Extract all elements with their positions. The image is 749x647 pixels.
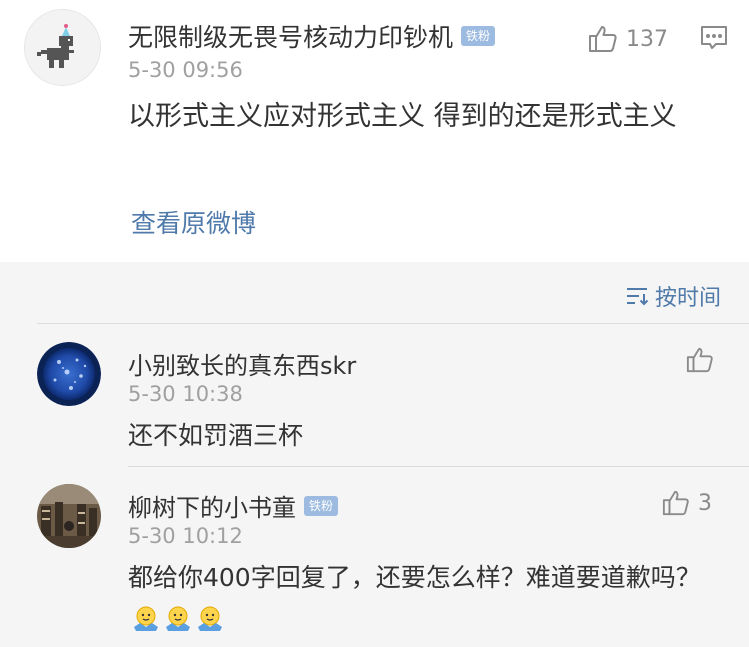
- shrug-emoji: [132, 605, 160, 633]
- fan-badge: 铁粉: [304, 496, 339, 516]
- reply-username[interactable]: 小别致长的真东西skr: [128, 346, 356, 381]
- sort-by-time-button[interactable]: 按时间: [625, 280, 721, 312]
- thumbs-up-icon: [686, 347, 713, 373]
- like-button[interactable]: [686, 346, 714, 374]
- reply-text-content: 都给你400字回复了，还要怎么样？难道要道歉吗？: [128, 563, 701, 592]
- shrug-emoji: [164, 605, 192, 633]
- thumbs-up-icon: [589, 26, 617, 52]
- avatar[interactable]: [37, 484, 101, 548]
- fan-badge: 铁粉: [461, 26, 496, 46]
- divider: [128, 466, 749, 467]
- dinosaur-avatar[interactable]: [24, 9, 101, 86]
- like-button[interactable]: 3: [662, 489, 712, 517]
- comment-icon[interactable]: [700, 25, 728, 51]
- divider: [37, 323, 749, 324]
- post-time: 5-30 09:56: [128, 58, 243, 82]
- thumbs-up-icon: [662, 490, 689, 516]
- post-username[interactable]: 无限制级无畏号核动力印钞机 铁粉: [128, 18, 496, 54]
- like-count: 137: [626, 26, 668, 52]
- shrug-emoji: [196, 605, 224, 633]
- username-text[interactable]: 无限制级无畏号核动力印钞机: [128, 23, 453, 52]
- sort-icon: [626, 288, 649, 306]
- reply-text: 还不如罚酒三杯: [128, 421, 304, 450]
- view-original-link[interactable]: 查看原微博: [131, 204, 256, 240]
- username-text[interactable]: 柳树下的小书童: [128, 494, 296, 522]
- main-post: 无限制级无畏号核动力印钞机 铁粉 5-30 09:56 137 以形式主义应对形式…: [0, 0, 749, 262]
- sort-label: 按时间: [654, 286, 721, 311]
- like-button[interactable]: 137: [588, 24, 668, 54]
- reply-time: 5-30 10:12: [128, 524, 243, 548]
- like-count: 3: [698, 490, 712, 516]
- reply-username[interactable]: 柳树下的小书童 铁粉: [128, 488, 339, 523]
- avatar[interactable]: [37, 342, 101, 406]
- reply-time: 5-30 10:38: [128, 382, 243, 406]
- reply-text: 都给你400字回复了，还要怎么样？难道要道歉吗？: [128, 558, 718, 638]
- post-text: 以形式主义应对形式主义 得到的还是形式主义: [128, 101, 677, 132]
